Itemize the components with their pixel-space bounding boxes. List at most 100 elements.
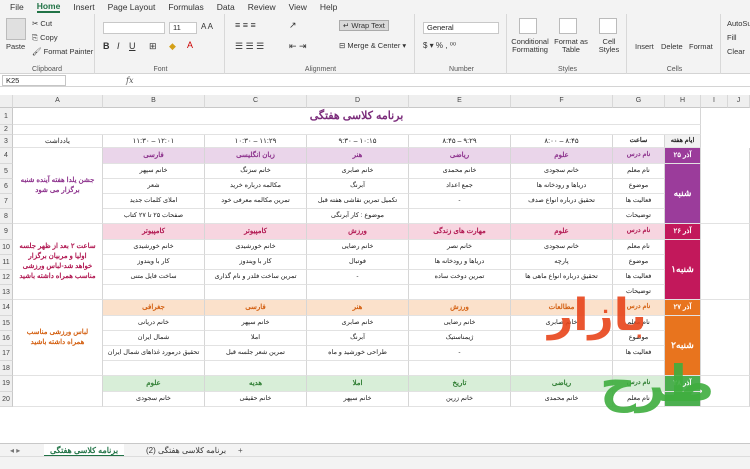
column-header[interactable]: F [511, 95, 613, 108]
column-header[interactable]: D [307, 95, 409, 108]
des-cell[interactable] [511, 361, 613, 376]
insert-button[interactable]: Insert [635, 42, 654, 51]
menu-help[interactable]: Help [320, 2, 337, 12]
column-header[interactable]: J [728, 95, 750, 108]
topic-cell[interactable]: کار با ویندوز [103, 255, 205, 270]
underline-icon[interactable]: U [129, 41, 136, 51]
teacher-cell[interactable]: خانم سجودی [103, 392, 205, 407]
currency-icon[interactable]: $ ▾ % , ⁰⁰ [423, 41, 456, 50]
des-cell[interactable] [205, 361, 307, 376]
teacher-cell[interactable]: خانم صابری [307, 164, 409, 179]
conditional-formatting-button[interactable]: Conditional Formatting [511, 38, 549, 54]
subject-cell[interactable]: ریاضی [409, 148, 511, 164]
teacher-cell[interactable]: خانم خورشیدی [103, 240, 205, 255]
bold-icon[interactable]: B [103, 41, 110, 51]
subject-cell[interactable]: فارسی [205, 300, 307, 316]
font-name-box[interactable] [103, 22, 165, 34]
subject-cell[interactable]: هدیه [205, 376, 307, 392]
autosum-button[interactable]: AutoSu [727, 19, 750, 28]
row-header[interactable]: 17 [0, 346, 13, 361]
day-note[interactable]: جشن یلدا هفته آینده شنبه برگزار می شود [13, 148, 103, 224]
cell-styles-icon[interactable] [599, 18, 617, 34]
activitie-cell[interactable]: تکمیل تمرین نقاشی هفته قبل [307, 194, 409, 209]
teacher-cell[interactable]: خانم سپهر [103, 164, 205, 179]
activitie-cell[interactable]: ساخت فایل متنی [103, 270, 205, 285]
font-color-icon[interactable]: A [187, 40, 193, 50]
teacher-cell[interactable]: خانم حقیقی [205, 392, 307, 407]
teacher-cell[interactable]: خانم سزنگ [205, 164, 307, 179]
teacher-cell[interactable]: خانم خورشیدی [205, 240, 307, 255]
column-header[interactable]: B [103, 95, 205, 108]
teacher-cell[interactable]: خانم رضایی [409, 316, 511, 331]
row-header[interactable]: 7 [0, 194, 13, 209]
row-header[interactable]: 20 [0, 392, 13, 407]
subject-cell[interactable]: هنر [307, 300, 409, 316]
activitie-cell[interactable]: طراحی خورشید و ماه [307, 346, 409, 361]
des-cell[interactable] [307, 285, 409, 300]
topic-cell[interactable]: املا [205, 331, 307, 346]
activitie-cell[interactable]: - [409, 346, 511, 361]
menu-view[interactable]: View [289, 2, 307, 12]
subject-cell[interactable]: جغرافی [103, 300, 205, 316]
menu-formulas[interactable]: Formulas [168, 2, 203, 12]
merge-center-button[interactable]: ⊟ Merge & Center ▾ [339, 41, 406, 50]
activitie-cell[interactable]: - [307, 270, 409, 285]
teacher-cell[interactable]: خانم نصر [409, 240, 511, 255]
orientation-icon[interactable]: ↗ [289, 20, 297, 31]
menu-insert[interactable]: Insert [73, 2, 94, 12]
subject-cell[interactable]: ورزش [409, 300, 511, 316]
subject-cell[interactable]: تاریخ [409, 376, 511, 392]
menu-file[interactable]: File [10, 2, 24, 12]
teacher-cell[interactable]: خانم سپهر [205, 316, 307, 331]
row-header[interactable]: 3 [0, 135, 13, 148]
day-note[interactable]: ساعت ۲ بعد از ظهر جلسه اولیا و مربیان بر… [13, 224, 103, 300]
des-cell[interactable] [205, 209, 307, 224]
row-header[interactable]: 9 [0, 224, 13, 240]
teacher-cell[interactable]: خانم زرین [409, 392, 511, 407]
row-header[interactable]: 2 [0, 125, 13, 135]
table-icon[interactable] [559, 18, 577, 34]
row-header[interactable]: 19 [0, 376, 13, 392]
copy-button[interactable]: ⎘ Copy [32, 33, 58, 43]
subject-cell[interactable]: علوم [511, 148, 613, 164]
topic-cell[interactable]: کار با ویندوز [205, 255, 307, 270]
des-cell[interactable] [409, 285, 511, 300]
day-note[interactable] [13, 376, 103, 407]
topic-cell[interactable]: مکالمه درباره خرید [205, 179, 307, 194]
topic-cell[interactable]: دریاها و رودخانه ها [409, 255, 511, 270]
indent-icon[interactable]: ⇤ ⇥ [289, 41, 307, 52]
topic-cell[interactable]: پارچه [511, 255, 613, 270]
des-cell[interactable] [511, 209, 613, 224]
row-header[interactable]: 14 [0, 300, 13, 316]
teacher-cell[interactable]: خانم سپهر [307, 392, 409, 407]
row-header[interactable]: 13 [0, 285, 13, 300]
day-note[interactable]: لباس ورزشی مناسب همراه داشته باشید [13, 300, 103, 376]
subject-cell[interactable]: کامپیوتر [205, 224, 307, 240]
column-header[interactable]: H [665, 95, 701, 108]
format-button[interactable]: Format [689, 42, 713, 51]
topic-cell[interactable]: شعر [103, 179, 205, 194]
row-header[interactable]: 4 [0, 148, 13, 164]
format-painter-button[interactable]: 🖌 Format Painter [32, 47, 93, 56]
empty-cell[interactable] [701, 148, 750, 224]
paste-icon[interactable] [6, 18, 26, 40]
des-cell[interactable] [103, 285, 205, 300]
teacher-cell[interactable]: خانم محمدی [511, 392, 613, 407]
activitie-cell[interactable] [511, 346, 613, 361]
fill-color-icon[interactable]: ◆ [169, 41, 176, 52]
row-header[interactable]: 12 [0, 270, 13, 285]
font-size-box[interactable]: 11 [169, 22, 197, 34]
italic-icon[interactable]: I [117, 41, 120, 51]
row-header[interactable]: 8 [0, 209, 13, 224]
subject-cell[interactable]: هنر [307, 148, 409, 164]
select-all-corner[interactable] [0, 95, 13, 108]
activitie-cell[interactable]: تمرین مکالمه معرفی خود [205, 194, 307, 209]
font-grow-icon[interactable]: A A [201, 22, 213, 31]
des-cell[interactable] [409, 209, 511, 224]
fx-icon[interactable]: fx [126, 76, 133, 85]
activitie-cell[interactable]: تمرین دوخت ساده [409, 270, 511, 285]
teacher-cell[interactable]: خانم محمدی [409, 164, 511, 179]
empty-cell[interactable] [701, 224, 750, 300]
topic-cell[interactable]: شمال ایران [103, 331, 205, 346]
column-header[interactable]: A [13, 95, 103, 108]
